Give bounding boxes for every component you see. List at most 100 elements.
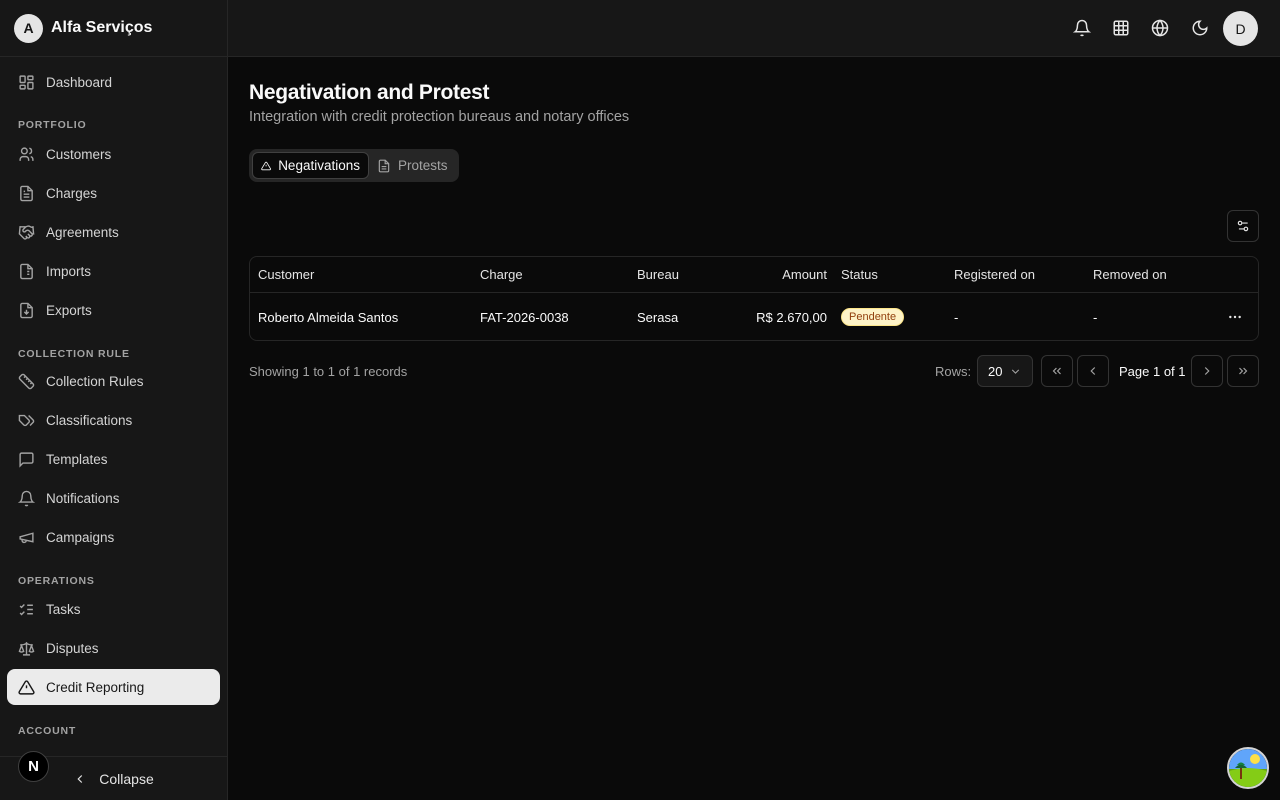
more-horizontal-icon bbox=[1229, 315, 1241, 319]
file-text-icon bbox=[378, 159, 390, 172]
sidebar-item-label: Imports bbox=[46, 263, 92, 279]
alert-triangle-icon bbox=[261, 161, 271, 170]
chevrons-left-icon bbox=[1052, 367, 1061, 375]
sidebar-item-classifications[interactable]: Classifications bbox=[7, 402, 220, 438]
bell-icon[interactable] bbox=[1073, 19, 1091, 37]
column-header-charge[interactable]: Charge bbox=[480, 257, 523, 292]
chevrons-right-icon bbox=[1239, 367, 1248, 375]
sidebar-item-tasks[interactable]: Tasks bbox=[7, 591, 220, 627]
chevron-down-icon bbox=[1011, 369, 1020, 374]
sidebar-item-notifications[interactable]: Notifications bbox=[7, 480, 220, 516]
rows-per-page-value: 20 bbox=[988, 363, 1003, 379]
last-page-button[interactable] bbox=[1227, 355, 1259, 387]
page-title: Negativation and Protest bbox=[249, 81, 490, 104]
sidebar-item-credit-reporting[interactable]: Credit Reporting bbox=[7, 669, 220, 705]
section-label-portfolio: PORTFOLIO bbox=[18, 119, 87, 131]
sidebar: A Alfa Serviços Dashboard PORTFOLIO Cust… bbox=[0, 0, 228, 800]
tags-icon bbox=[18, 414, 35, 426]
page-subtitle: Integration with credit protection burea… bbox=[249, 109, 630, 125]
table-header: Customer Charge Bureau Amount Status Reg… bbox=[250, 257, 1258, 293]
column-header-amount[interactable]: Amount bbox=[720, 257, 827, 292]
file-download-icon bbox=[20, 302, 33, 318]
rows-per-page-select[interactable]: 20 bbox=[977, 355, 1033, 387]
chevron-left-icon bbox=[1090, 367, 1096, 375]
pagination: Showing 1 to 1 of 1 records Rows: 20 Pag… bbox=[249, 355, 1259, 387]
bell-icon bbox=[18, 490, 35, 506]
tab-negativations[interactable]: Negativations bbox=[252, 152, 369, 179]
user-avatar[interactable]: D bbox=[1223, 11, 1258, 46]
section-label-account: ACCOUNT bbox=[18, 725, 77, 737]
tab-protests[interactable]: Protests bbox=[369, 152, 456, 179]
collapse-label: Collapse bbox=[99, 770, 154, 787]
handshake-icon bbox=[18, 224, 35, 240]
sidebar-item-label: Campaigns bbox=[46, 529, 115, 545]
tab-label: Negativations bbox=[278, 158, 360, 173]
cell-status: Pendente bbox=[841, 293, 905, 340]
sidebar-item-label: Customers bbox=[46, 146, 112, 162]
sidebar-item-charges[interactable]: Charges bbox=[7, 175, 220, 211]
sidebar-item-customers[interactable]: Customers bbox=[7, 136, 220, 172]
page-info: Page 1 of 1 bbox=[1119, 363, 1186, 379]
sidebar-item-disputes[interactable]: Disputes bbox=[7, 630, 220, 666]
tabs: Negativations Protests bbox=[249, 149, 459, 182]
column-header-bureau[interactable]: Bureau bbox=[637, 257, 679, 292]
status-badge: Pendente bbox=[841, 308, 905, 326]
column-header-status[interactable]: Status bbox=[841, 257, 878, 292]
table-row[interactable]: Roberto Almeida Santos FAT-2026-0038 Ser… bbox=[250, 293, 1258, 340]
sidebar-item-dashboard[interactable]: Dashboard bbox=[7, 64, 220, 100]
brand[interactable]: A Alfa Serviços bbox=[0, 0, 227, 57]
message-square-icon bbox=[19, 451, 34, 468]
sidebar-item-label: Collection Rules bbox=[46, 373, 144, 389]
view-options-button[interactable] bbox=[1227, 210, 1259, 242]
sidebar-item-label: Disputes bbox=[46, 640, 99, 656]
grid-icon[interactable] bbox=[1112, 19, 1130, 37]
cell-amount: R$ 2.670,00 bbox=[756, 309, 827, 325]
sidebar-item-imports[interactable]: Imports bbox=[7, 253, 220, 289]
brand-avatar: A bbox=[14, 13, 43, 43]
sidebar-item-label: Tasks bbox=[46, 601, 81, 617]
chevron-left-icon bbox=[77, 774, 83, 783]
dashboard-icon bbox=[19, 74, 34, 90]
file-import-icon bbox=[20, 263, 33, 279]
previous-page-button[interactable] bbox=[1077, 355, 1109, 387]
sidebar-item-label: Exports bbox=[46, 302, 92, 318]
landscape-avatar-icon bbox=[1229, 749, 1267, 787]
sidebar-item-collection-rules[interactable]: Collection Rules bbox=[7, 363, 220, 399]
chevron-right-icon bbox=[1204, 367, 1210, 375]
cell-removed-on: - bbox=[1093, 309, 1098, 325]
alert-triangle-icon bbox=[18, 679, 35, 695]
first-page-button[interactable] bbox=[1041, 355, 1073, 387]
column-header-removed-on[interactable]: Removed on bbox=[1093, 257, 1167, 292]
cell-customer: Roberto Almeida Santos bbox=[258, 309, 399, 325]
negativations-table: Customer Charge Bureau Amount Status Reg… bbox=[249, 256, 1259, 341]
sidebar-item-label: Agreements bbox=[46, 224, 119, 240]
row-actions-button[interactable] bbox=[1227, 293, 1243, 340]
list-checks-icon bbox=[19, 603, 33, 615]
cell-charge: FAT-2026-0038 bbox=[480, 309, 569, 325]
moon-icon[interactable] bbox=[1191, 19, 1209, 37]
next-page-button[interactable] bbox=[1191, 355, 1223, 387]
globe-icon[interactable] bbox=[1151, 19, 1169, 37]
next-dev-badge[interactable]: N bbox=[18, 751, 49, 782]
sidebar-item-label: Charges bbox=[46, 185, 98, 201]
sidebar-item-label: Dashboard bbox=[46, 74, 113, 90]
column-header-registered-on[interactable]: Registered on bbox=[954, 257, 1035, 292]
section-label-operations: OPERATIONS bbox=[18, 575, 95, 587]
column-header-customer[interactable]: Customer bbox=[258, 257, 314, 292]
records-summary: Showing 1 to 1 of 1 records bbox=[249, 363, 408, 379]
topbar: D bbox=[228, 0, 1280, 57]
assistant-avatar[interactable] bbox=[1227, 747, 1269, 789]
ruler-icon bbox=[18, 373, 35, 389]
section-label-collection-rule: COLLECTION RULE bbox=[18, 348, 130, 360]
cell-registered-on: - bbox=[954, 309, 959, 325]
brand-name: Alfa Serviços bbox=[51, 19, 153, 36]
sidebar-item-label: Credit Reporting bbox=[46, 679, 145, 695]
sidebar-item-agreements[interactable]: Agreements bbox=[7, 214, 220, 250]
tab-label: Protests bbox=[398, 158, 448, 173]
sidebar-item-exports[interactable]: Exports bbox=[7, 292, 220, 328]
file-text-icon bbox=[20, 185, 33, 201]
sidebar-item-campaigns[interactable]: Campaigns bbox=[7, 519, 220, 555]
sidebar-item-templates[interactable]: Templates bbox=[7, 441, 220, 477]
users-icon bbox=[19, 146, 34, 161]
megaphone-icon bbox=[19, 531, 34, 543]
